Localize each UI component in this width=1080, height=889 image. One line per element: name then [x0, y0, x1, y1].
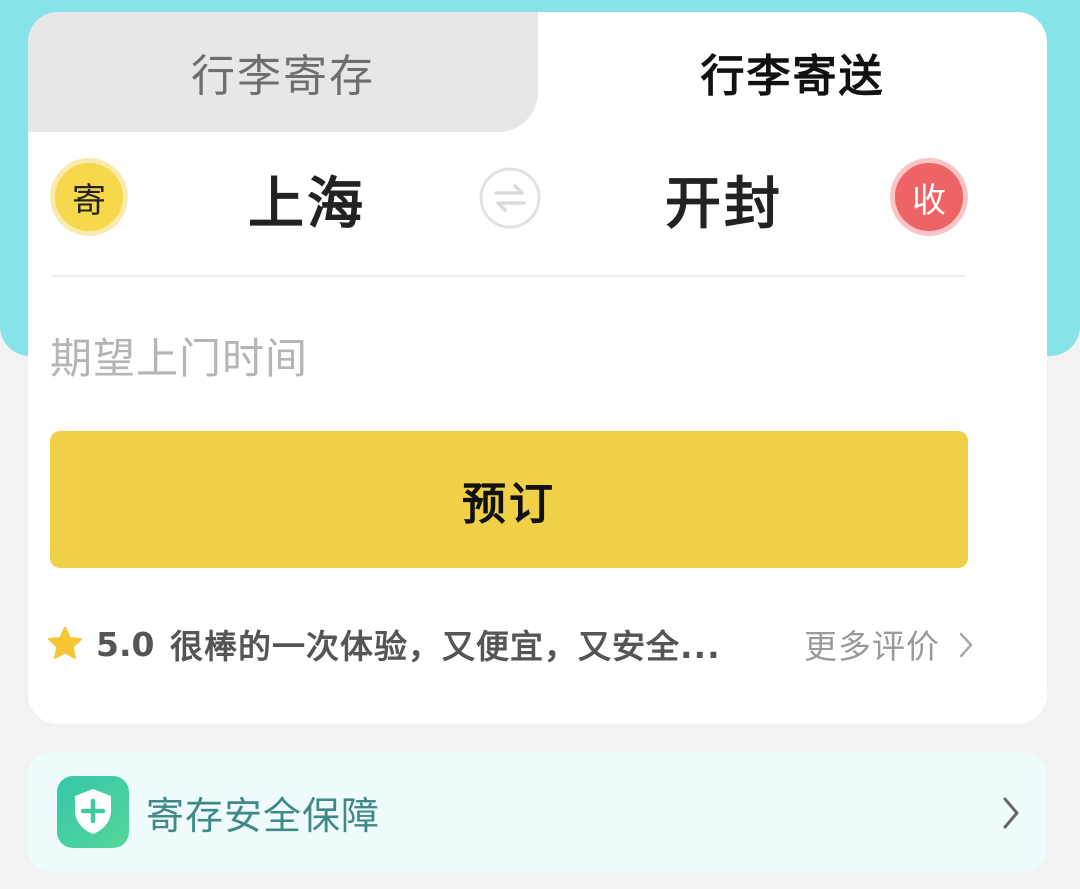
- rating-score: 5.0: [96, 624, 155, 664]
- chevron-right-icon: [959, 632, 973, 658]
- tab-luggage-storage[interactable]: 行李寄存: [28, 12, 538, 132]
- safety-guarantee-label: 寄存安全保障: [146, 793, 381, 838]
- shield-plus-icon: [57, 776, 129, 848]
- divider: [52, 275, 965, 277]
- book-button[interactable]: 预订: [50, 431, 968, 568]
- review-row[interactable]: 5.0 很棒的一次体验，又便宜，又安全... 更多评价: [44, 618, 984, 670]
- to-city[interactable]: 开封: [665, 162, 783, 237]
- tab-luggage-delivery[interactable]: 行李寄送: [538, 12, 1047, 132]
- safety-guarantee-banner[interactable]: 寄存安全保障: [28, 752, 1047, 872]
- send-badge: 寄: [50, 158, 128, 236]
- service-tabs: 行李寄存 行李寄送: [28, 12, 1047, 132]
- star-icon: [48, 626, 82, 659]
- pickup-time-field[interactable]: 期望上门时间: [50, 322, 650, 388]
- swap-arrows-icon[interactable]: [478, 166, 542, 230]
- review-snippet: 很棒的一次体验，又便宜，又安全...: [170, 627, 721, 666]
- chevron-right-icon: [1003, 797, 1019, 829]
- receive-badge: 收: [890, 158, 968, 236]
- from-city[interactable]: 上海: [248, 162, 366, 237]
- more-reviews-link[interactable]: 更多评价: [804, 618, 940, 670]
